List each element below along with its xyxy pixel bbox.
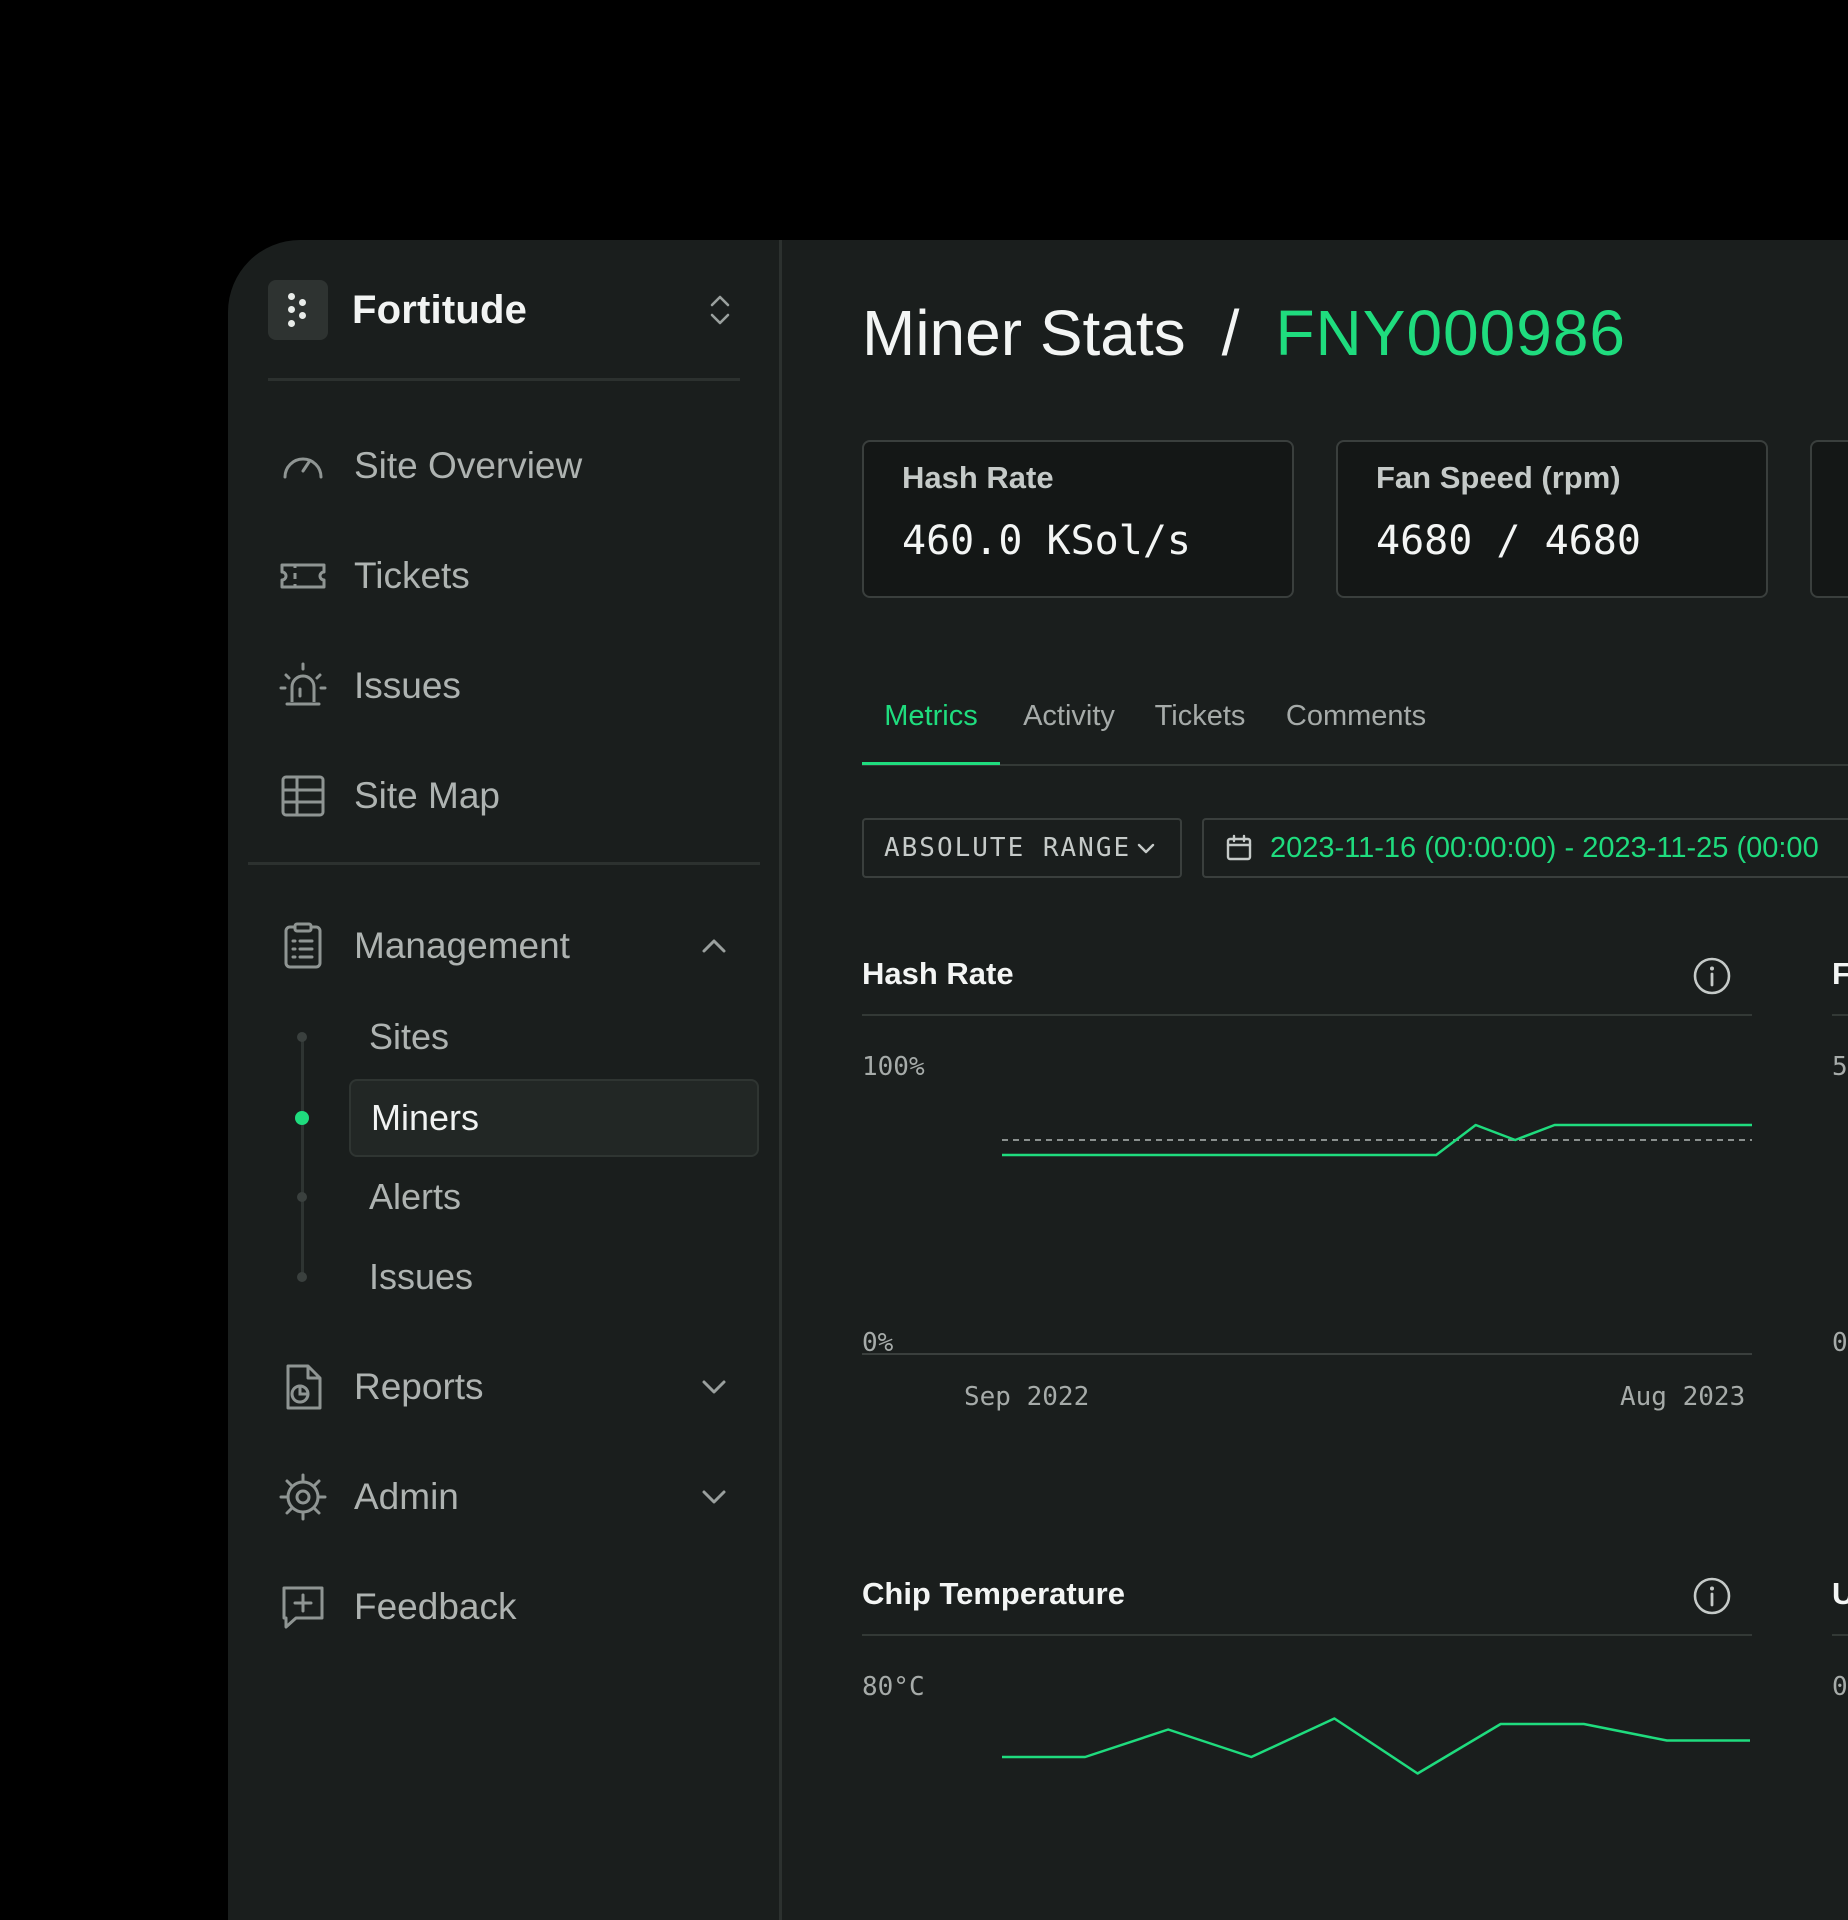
chevrons-up-down-icon[interactable] [700, 290, 740, 330]
range-type-select[interactable]: ABSOLUTE RANGE [862, 818, 1182, 878]
miner-id: FNY000986 [1275, 297, 1626, 369]
chevron-down-icon[interactable] [694, 1477, 734, 1517]
tab-tickets[interactable]: Tickets [1140, 688, 1260, 762]
grid-icon [278, 771, 328, 821]
x-tick-label: Sep 2022 [964, 1382, 1090, 1412]
chip-temperature-series-line [1002, 1717, 1750, 1775]
tab-bar: Metrics Activity Tickets Comments [862, 688, 1848, 766]
tree-dot-active [295, 1111, 309, 1125]
sidebar-item-reports[interactable]: Reports [278, 1357, 484, 1417]
sidebar-item-label: Issues [354, 665, 461, 706]
sidebar-item-label: Site Map [354, 775, 501, 816]
stat-value: 4680 / 4680 [1376, 518, 1641, 564]
brand-name: Fortitude [352, 287, 528, 332]
sidebar-item-feedback[interactable]: Feedback [278, 1577, 517, 1637]
main-content: Miner Stats / FNY000986 Hash Rate 460.0 KS… [782, 240, 1848, 1920]
tree-dot [297, 1192, 307, 1202]
panel-title-chip-temperature: Chip Temperature [862, 1576, 1125, 1611]
x-tick-label: Aug 2023 [1620, 1382, 1746, 1412]
siren-icon [278, 661, 328, 711]
tab-metrics[interactable]: Metrics [862, 688, 1000, 765]
stat-label: Hash Rate [902, 460, 1054, 495]
chevron-up-icon[interactable] [694, 926, 734, 966]
message-plus-icon [278, 1582, 328, 1632]
submenu-item-miners[interactable]: Miners [349, 1079, 759, 1157]
panel-divider [862, 1014, 1752, 1016]
sidebar-divider [268, 378, 740, 381]
panel-title-partial: U [1832, 1576, 1848, 1611]
submenu-item-issues[interactable]: Issues [349, 1238, 759, 1316]
settings-gear-icon [278, 1472, 328, 1522]
sidebar-item-label: Feedback [354, 1586, 517, 1627]
tree-dot [297, 1032, 307, 1042]
panel-divider [1832, 1014, 1848, 1016]
workspace-switcher[interactable]: Fortitude [268, 280, 740, 340]
stat-card-hash-rate: Hash Rate 460.0 KSol/s [862, 440, 1294, 598]
breadcrumb-section[interactable]: Miner Stats [862, 297, 1186, 369]
sidebar-item-site-overview[interactable]: Site Overview [278, 436, 582, 496]
sidebar-item-label: Reports [354, 1366, 484, 1407]
fortitude-logo-icon [268, 280, 328, 340]
y-axis-top-partial: 5 [1832, 1052, 1848, 1082]
gauge-icon [278, 441, 328, 491]
date-range-picker[interactable]: 2023-11-16 (00:00:00) - 2023-11-25 (00:0… [1202, 818, 1848, 878]
sidebar-item-issues[interactable]: Issues [278, 656, 461, 716]
sidebar-item-admin[interactable]: Admin [278, 1467, 459, 1527]
submenu-tree-line [301, 1033, 304, 1277]
stat-label: Fan Speed (rpm) [1376, 460, 1621, 495]
clipboard-list-icon [278, 921, 328, 971]
y-axis-bottom-partial: 0 [1832, 1328, 1848, 1358]
sidebar: Fortitude Site Overview Tickets Issues S… [228, 240, 782, 1920]
panel-title-partial: F [1832, 956, 1848, 991]
panel-divider [862, 1634, 1752, 1636]
calendar-icon [1226, 834, 1252, 861]
sidebar-item-site-map[interactable]: Site Map [278, 766, 500, 826]
panel-title-hash-rate: Hash Rate [862, 956, 1014, 991]
tree-dot [297, 1272, 307, 1282]
panel-divider [1832, 1634, 1848, 1636]
sidebar-item-label: Admin [354, 1476, 459, 1517]
stat-card-fan-speed: Fan Speed (rpm) 4680 / 4680 [1336, 440, 1768, 598]
page-title: Miner Stats / FNY000986 [862, 296, 1626, 370]
report-icon [278, 1362, 328, 1412]
chevron-down-icon [1137, 843, 1155, 854]
hash-rate-chart [862, 1123, 1752, 1355]
breadcrumb-separator: / [1221, 297, 1240, 369]
tab-comments[interactable]: Comments [1274, 688, 1438, 762]
date-range-value: 2023-11-16 (00:00:00) - 2023-11-25 (00:0… [1270, 831, 1819, 864]
sidebar-item-management[interactable]: Management [278, 916, 570, 976]
submenu-item-sites[interactable]: Sites [349, 998, 759, 1076]
submenu-item-alerts[interactable]: Alerts [349, 1158, 759, 1236]
y-axis-top-partial: 0 [1832, 1672, 1848, 1702]
sidebar-item-label: Tickets [354, 555, 470, 596]
app-window: Fortitude Site Overview Tickets Issues S… [228, 240, 1848, 1920]
range-type-value: ABSOLUTE RANGE [884, 833, 1132, 863]
info-icon[interactable] [1692, 956, 1732, 996]
sidebar-divider [248, 862, 760, 865]
stat-card-partial [1810, 440, 1848, 598]
ticket-icon [278, 551, 328, 601]
stat-value: 460.0 KSol/s [902, 518, 1191, 564]
sidebar-item-label: Management [354, 925, 570, 966]
sidebar-item-tickets[interactable]: Tickets [278, 546, 470, 606]
sidebar-item-label: Site Overview [354, 445, 583, 486]
chevron-down-icon[interactable] [694, 1367, 734, 1407]
info-icon[interactable] [1692, 1576, 1732, 1616]
chip-temperature-chart [1002, 1717, 1750, 1775]
tab-activity[interactable]: Activity [1010, 688, 1128, 762]
